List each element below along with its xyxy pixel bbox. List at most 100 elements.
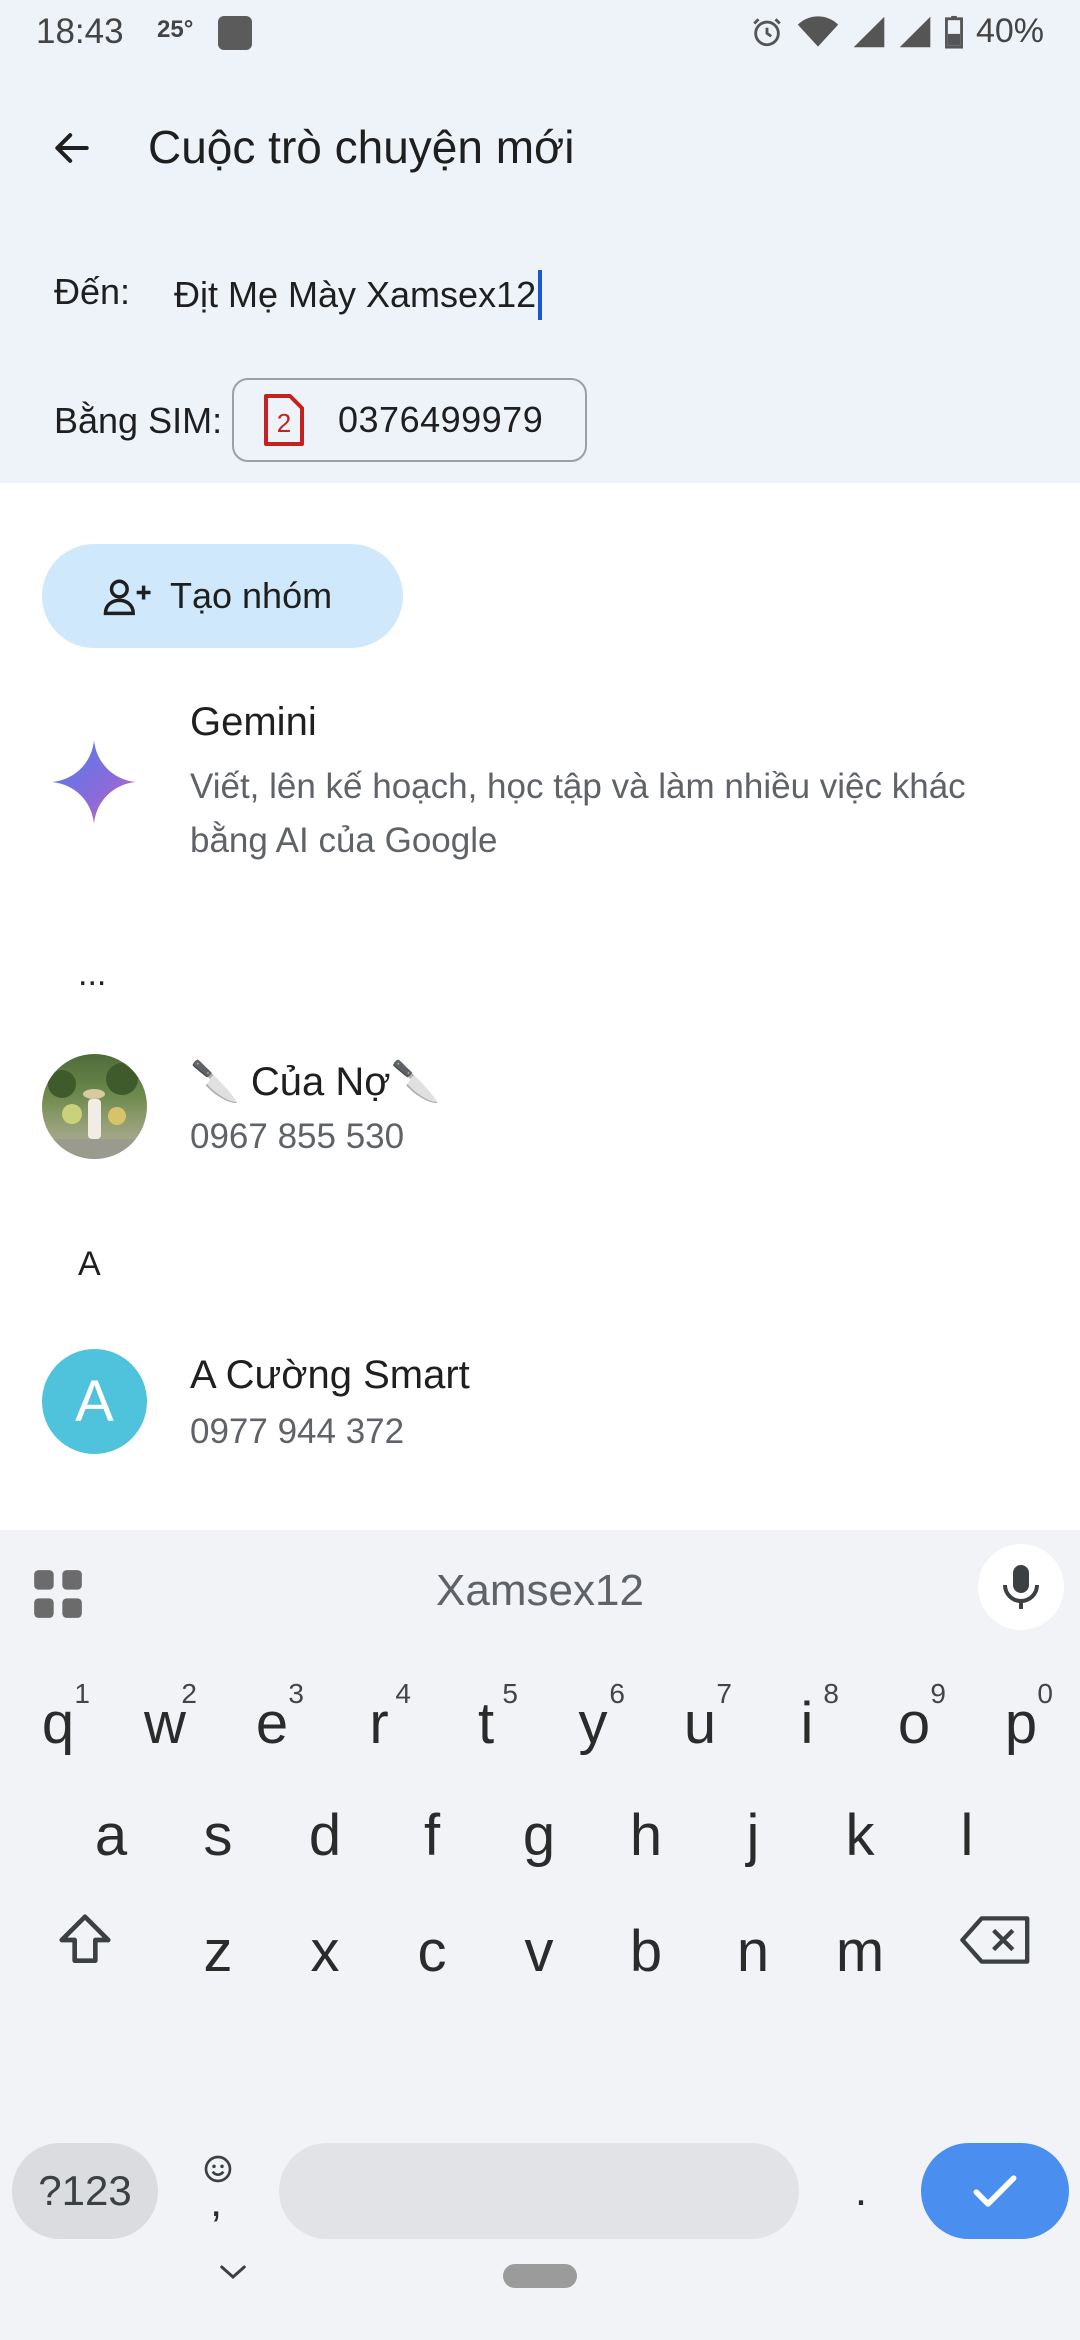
avatar-photo-icon bbox=[42, 1063, 147, 1159]
contact-phone: 0977 944 372 bbox=[190, 1412, 405, 1451]
key-k[interactable]: k bbox=[810, 1760, 910, 1880]
recipient-row: Đến: Địt Mẹ Mày Xamsex12 bbox=[0, 255, 1080, 335]
key-hint: 0 bbox=[1037, 1678, 1053, 1709]
key-x[interactable]: x bbox=[275, 1876, 375, 1996]
recipient-input[interactable]: Địt Mẹ Mày Xamsex12 bbox=[174, 267, 1014, 323]
alarm-icon bbox=[753, 17, 781, 46]
key-hint: 9 bbox=[930, 1678, 946, 1709]
app-bar: Cuộc trò chuyện mới bbox=[0, 100, 1080, 196]
key-label: l bbox=[960, 1803, 974, 1868]
key-label: n bbox=[736, 1919, 770, 1984]
section-header-a: A bbox=[78, 1245, 101, 1283]
notification-app-icon bbox=[218, 16, 252, 50]
key-q[interactable]: q1 bbox=[8, 1648, 108, 1768]
suggestion-word[interactable]: Xamsex12 bbox=[0, 1566, 1080, 1616]
key-j[interactable]: j bbox=[703, 1760, 803, 1880]
signal-icon bbox=[853, 16, 885, 47]
key-label: o bbox=[897, 1691, 931, 1756]
key-n[interactable]: n bbox=[703, 1876, 803, 1996]
period-key[interactable]: . bbox=[818, 2143, 904, 2239]
contact-avatar-photo bbox=[42, 1054, 147, 1159]
key-g[interactable]: g bbox=[489, 1760, 589, 1880]
shift-icon bbox=[59, 1914, 111, 1963]
contact-name: 🔪 Của Nợ🔪 bbox=[190, 1060, 441, 1104]
checkmark-icon bbox=[973, 2175, 1017, 2207]
shift-key[interactable] bbox=[40, 1890, 130, 1990]
key-l[interactable]: l bbox=[917, 1760, 1017, 1880]
backspace-icon bbox=[960, 1916, 1030, 1964]
key-label: g bbox=[522, 1803, 556, 1868]
key-label: a bbox=[94, 1803, 128, 1868]
key-o[interactable]: o9 bbox=[864, 1648, 964, 1768]
sim-number: 0376499979 bbox=[338, 399, 544, 440]
key-p[interactable]: p0 bbox=[971, 1648, 1071, 1768]
key-f[interactable]: f bbox=[382, 1760, 482, 1880]
key-label: j bbox=[746, 1803, 760, 1868]
contact-item[interactable]: 🔪 Của Nợ🔪 0967 855 530 bbox=[0, 1050, 1080, 1180]
key-label: z bbox=[203, 1919, 233, 1984]
comma-emoji-key[interactable]: , bbox=[180, 2143, 260, 2239]
gesture-nav-handle bbox=[503, 2264, 577, 2288]
key-e[interactable]: e3 bbox=[222, 1648, 322, 1768]
status-bar: 18:43 25° 40% bbox=[0, 0, 1080, 66]
key-hint: 3 bbox=[288, 1678, 304, 1709]
key-hint: 8 bbox=[823, 1678, 839, 1709]
hide-keyboard-icon[interactable] bbox=[218, 2262, 248, 2282]
key-d[interactable]: d bbox=[275, 1760, 375, 1880]
gemini-suggestion[interactable]: Gemini Viết, lên kế hoạch, học tập và là… bbox=[0, 700, 1080, 880]
sim-label: Bằng SIM: bbox=[54, 400, 223, 441]
gemini-description: Viết, lên kế hoạch, học tập và làm nhiều… bbox=[190, 767, 966, 860]
key-hint: 6 bbox=[609, 1678, 625, 1709]
key-u[interactable]: u7 bbox=[650, 1648, 750, 1768]
key-m[interactable]: m bbox=[810, 1876, 910, 1996]
key-hint: 2 bbox=[181, 1678, 197, 1709]
battery-percent: 40% bbox=[975, 12, 1044, 50]
symbols-key[interactable]: ?123 bbox=[12, 2143, 158, 2239]
key-label: i bbox=[800, 1691, 814, 1756]
status-temperature: 25° bbox=[157, 16, 194, 43]
enter-key[interactable] bbox=[921, 2143, 1069, 2239]
key-label: v bbox=[524, 1919, 554, 1984]
create-group-label: Tạo nhóm bbox=[170, 575, 333, 616]
contact-phone: 0967 855 530 bbox=[190, 1117, 405, 1156]
key-a[interactable]: a bbox=[61, 1760, 161, 1880]
sim-slot-number: 2 bbox=[277, 408, 291, 438]
contact-item[interactable]: A A Cường Smart 0977 944 372 bbox=[0, 1345, 1080, 1475]
key-label: k bbox=[845, 1803, 875, 1868]
keyboard-suggestion-bar: Xamsex12 bbox=[0, 1530, 1080, 1648]
key-s[interactable]: s bbox=[168, 1760, 268, 1880]
key-b[interactable]: b bbox=[596, 1876, 696, 1996]
sim-row: Bằng SIM: 2 0376499979 bbox=[0, 378, 1080, 464]
key-w[interactable]: w2 bbox=[115, 1648, 215, 1768]
key-y[interactable]: y6 bbox=[543, 1648, 643, 1768]
key-t[interactable]: t5 bbox=[436, 1648, 536, 1768]
key-label: h bbox=[629, 1803, 663, 1868]
key-label: q bbox=[41, 1691, 75, 1756]
key-v[interactable]: v bbox=[489, 1876, 589, 1996]
key-r[interactable]: r4 bbox=[329, 1648, 429, 1768]
contact-avatar-initial: A bbox=[42, 1349, 147, 1454]
gemini-name: Gemini bbox=[190, 700, 317, 744]
create-group-button[interactable]: Tạo nhóm bbox=[42, 544, 403, 648]
key-label: d bbox=[308, 1803, 342, 1868]
back-button[interactable] bbox=[40, 116, 104, 180]
key-z[interactable]: z bbox=[168, 1876, 268, 1996]
key-label: r bbox=[369, 1691, 389, 1756]
status-right: 40% bbox=[750, 12, 1044, 51]
backspace-key[interactable] bbox=[946, 1890, 1046, 1990]
key-label: s bbox=[203, 1803, 233, 1868]
key-label: y bbox=[578, 1691, 608, 1756]
key-hint: 5 bbox=[502, 1678, 518, 1709]
space-bar[interactable] bbox=[279, 2143, 799, 2239]
key-c[interactable]: c bbox=[382, 1876, 482, 1996]
key-h[interactable]: h bbox=[596, 1760, 696, 1880]
mic-icon bbox=[1003, 1565, 1039, 1609]
key-label: t bbox=[477, 1691, 495, 1756]
add-group-icon bbox=[103, 579, 151, 616]
back-arrow-icon bbox=[55, 133, 89, 163]
key-i[interactable]: i8 bbox=[757, 1648, 857, 1768]
sim-selector-chip[interactable]: 2 0376499979 bbox=[232, 378, 587, 462]
voice-input-button[interactable] bbox=[978, 1544, 1064, 1630]
key-hint: 4 bbox=[395, 1678, 411, 1709]
page-title: Cuộc trò chuyện mới bbox=[148, 121, 575, 173]
